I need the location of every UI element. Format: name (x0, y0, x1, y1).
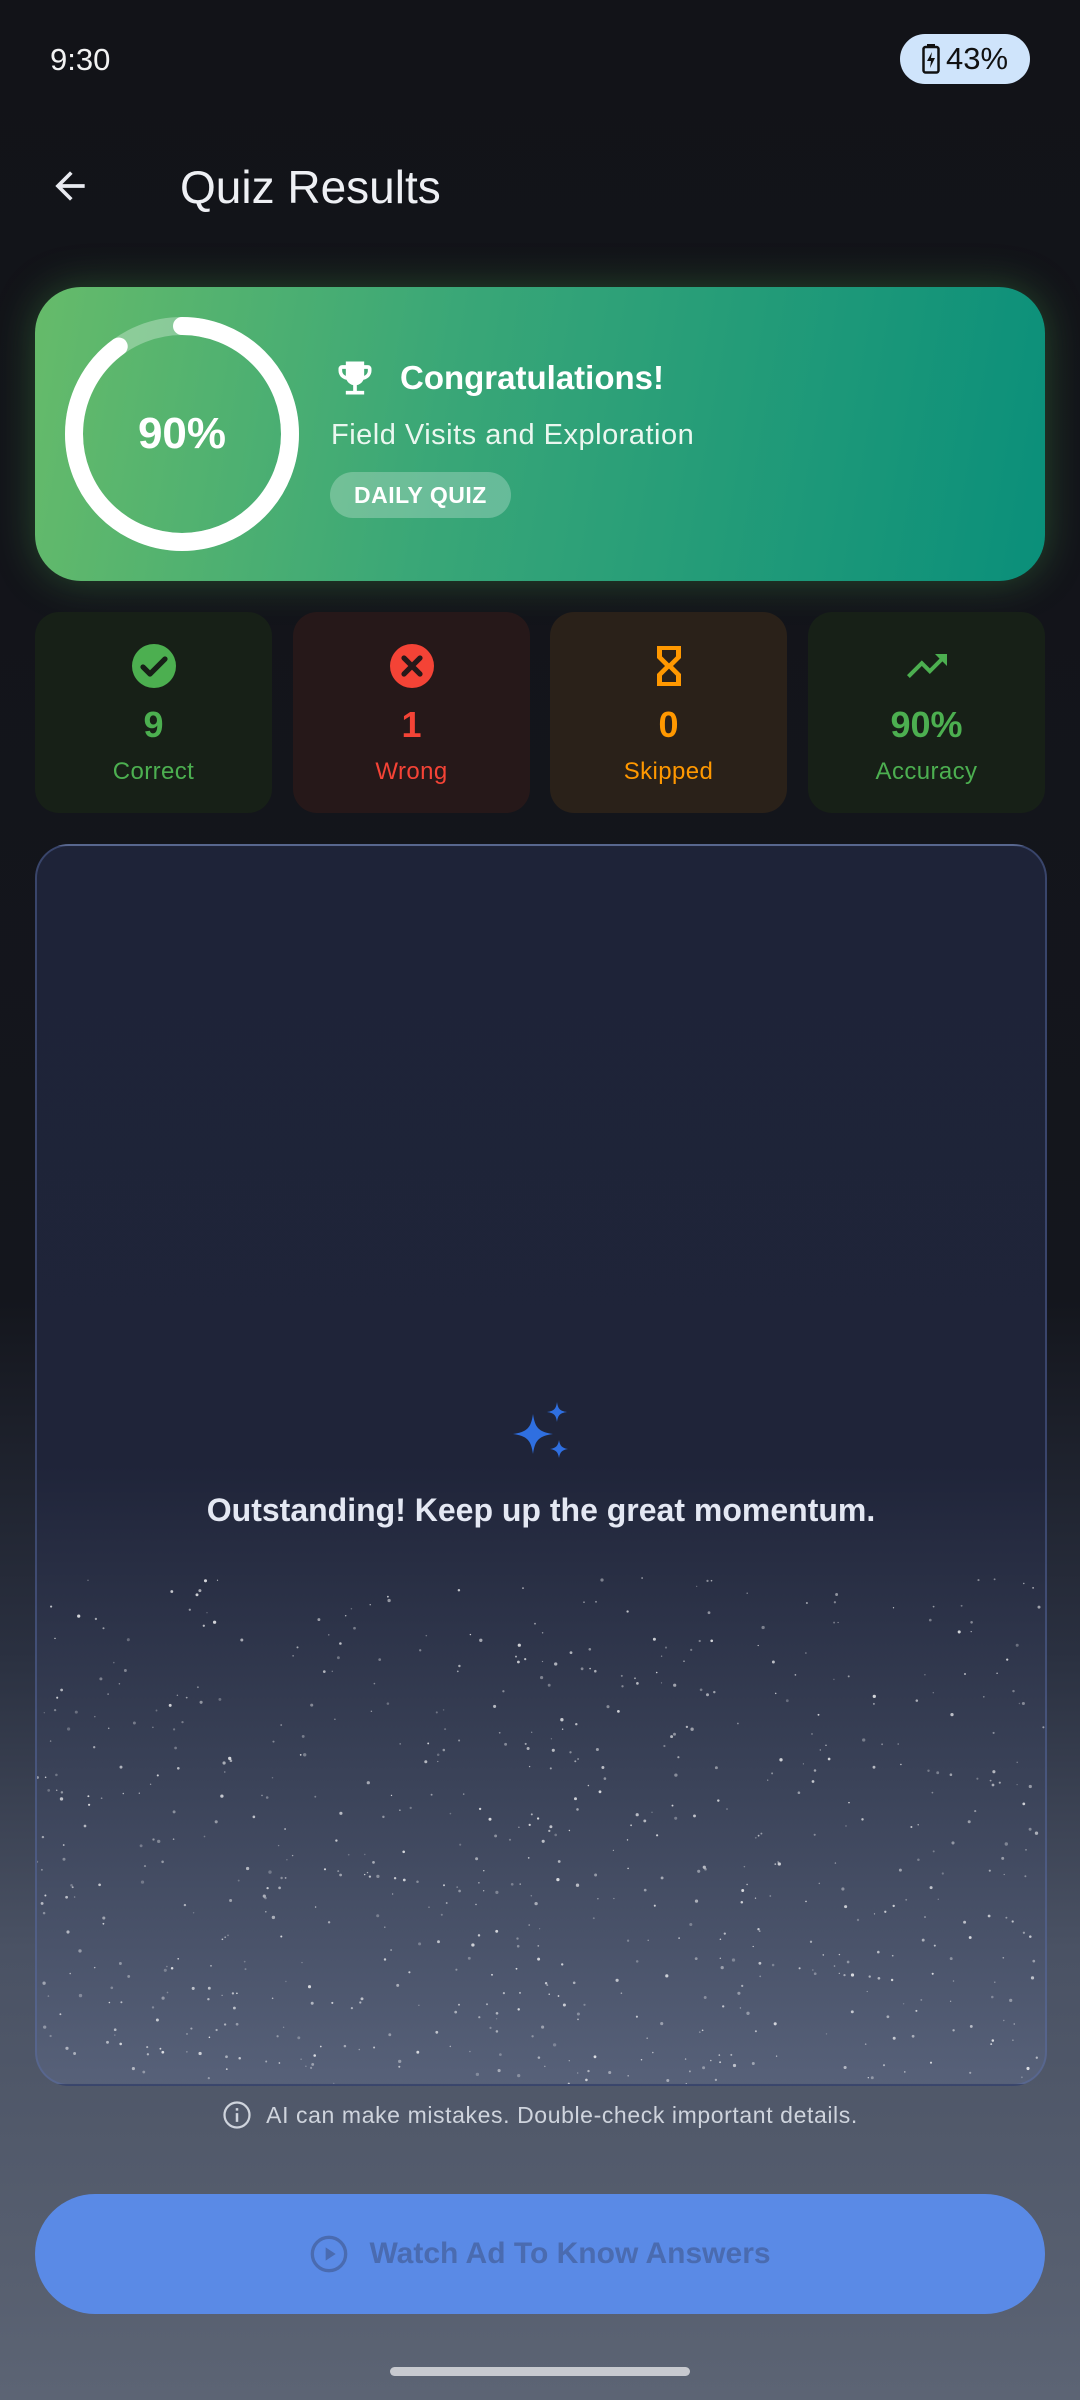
accuracy-value: 90% (890, 704, 963, 745)
stat-accuracy: 90% Accuracy (808, 612, 1045, 813)
stat-skipped: 0 Skipped (550, 612, 787, 813)
correct-label: Correct (112, 758, 195, 785)
wrong-count: 1 (401, 704, 422, 745)
correct-count: 9 (143, 704, 164, 745)
score-card: 90% Congratulations! Field Visits and Ex… (35, 287, 1045, 581)
trending-up-icon (906, 654, 947, 678)
info-icon (223, 2101, 251, 2129)
status-time: 9:30 (50, 42, 111, 77)
watch-ad-button[interactable]: Watch Ad To Know Answers (35, 2194, 1045, 2314)
wrong-label: Wrong (375, 758, 448, 785)
congrats-heading: Congratulations! (400, 359, 664, 396)
ai-feedback-message: Outstanding! Keep up the great momentum. (206, 1492, 876, 1528)
home-indicator[interactable] (390, 2367, 690, 2376)
battery-icon (922, 44, 940, 74)
ai-disclaimer: AI can make mistakes. Double-check impor… (0, 2100, 1080, 2130)
battery-percent: 43% (945, 41, 1009, 76)
stat-correct: 9 Correct (35, 612, 272, 813)
battery-indicator: 43% (900, 34, 1030, 84)
quiz-type-badge: DAILY QUIZ (330, 472, 511, 518)
quiz-topic: Field Visits and Exploration (331, 419, 695, 451)
ai-feedback-panel[interactable]: Outstanding! Keep up the great momentum. (35, 844, 1047, 2086)
disclaimer-text: AI can make mistakes. Double-check impor… (266, 2101, 858, 2128)
accuracy-label: Accuracy (875, 758, 978, 785)
watch-ad-label: Watch Ad To Know Answers (369, 2237, 771, 2270)
back-button[interactable] (40, 160, 100, 212)
close-circle-icon (389, 644, 434, 688)
skipped-count: 0 (658, 704, 679, 745)
check-circle-icon (131, 644, 176, 688)
play-circle-icon (311, 2235, 348, 2273)
stat-wrong: 1 Wrong (293, 612, 530, 813)
score-percent: 90% (137, 409, 227, 458)
hourglass-icon (656, 646, 681, 686)
arrow-back-icon (55, 171, 85, 201)
skipped-label: Skipped (623, 758, 714, 785)
page-title: Quiz Results (180, 161, 441, 213)
trophy-icon (338, 361, 372, 395)
sparkle-icon (513, 1402, 568, 1458)
